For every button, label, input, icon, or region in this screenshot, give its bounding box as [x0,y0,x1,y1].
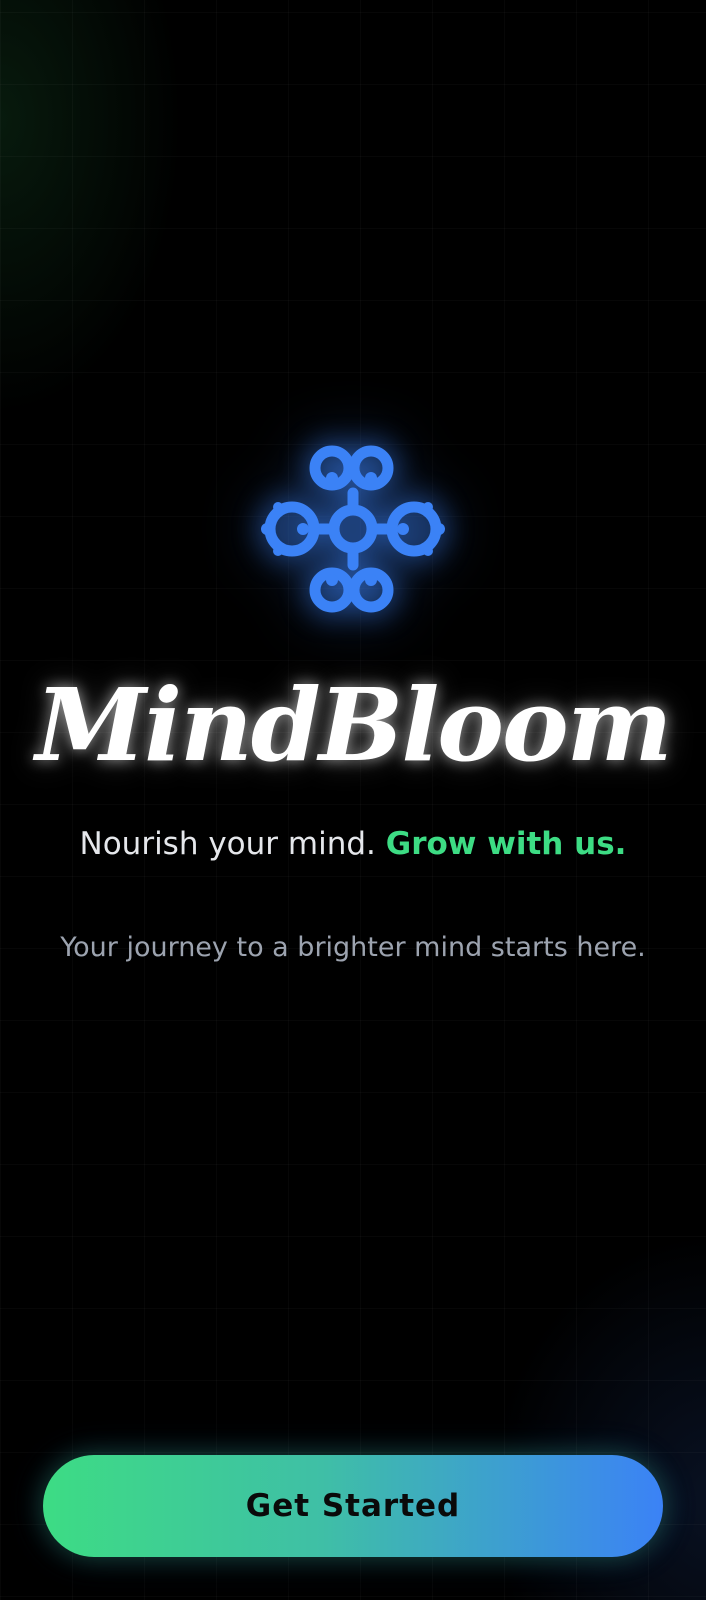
tagline: Nourish your mind. Grow with us. [0,822,706,866]
flower-bloom-icon [258,441,448,631]
get-started-button[interactable]: Get Started [43,1455,663,1557]
app-wordmark: MindBloom [35,666,672,784]
tagline-prefix: Nourish your mind. [79,826,376,862]
tagline-accent: Grow with us. [385,826,627,862]
subtitle: Your journey to a brighter mind starts h… [60,932,646,963]
background-grid [0,0,706,1600]
welcome-screen: MindBloom Nourish your mind. Grow with u… [0,0,706,1600]
